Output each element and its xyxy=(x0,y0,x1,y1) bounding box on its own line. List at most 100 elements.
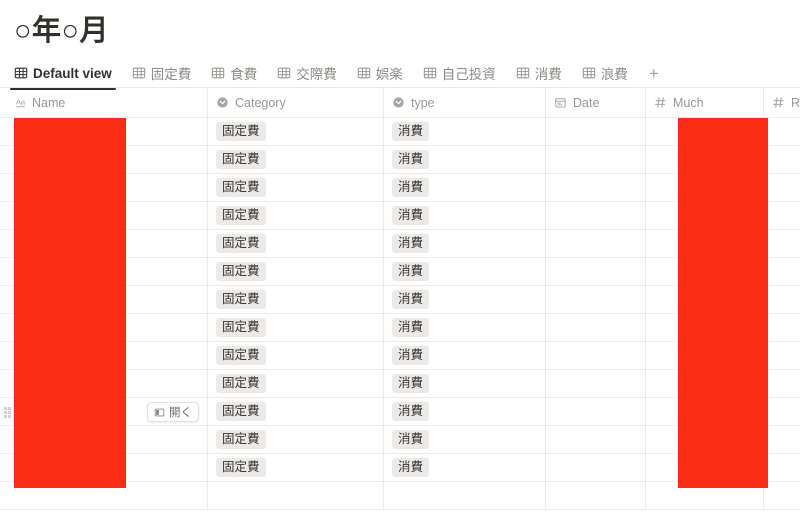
cell-type[interactable]: 消費 xyxy=(384,398,546,426)
cell-empty-date[interactable] xyxy=(546,482,646,510)
cell-date[interactable] xyxy=(546,118,646,146)
column-header-label: Category xyxy=(235,95,286,110)
column-header-name[interactable]: Aa Name xyxy=(0,88,208,118)
tag-category: 固定費 xyxy=(216,318,266,337)
cell-re[interactable] xyxy=(764,174,800,202)
column-header-category[interactable]: Category xyxy=(208,88,384,118)
cell-category[interactable]: 固定費 xyxy=(208,230,384,258)
tag-category: 固定費 xyxy=(216,374,266,393)
tag-type: 消費 xyxy=(392,318,430,337)
cell-category[interactable]: 固定費 xyxy=(208,370,384,398)
view-tab-2[interactable]: 食費 xyxy=(211,59,265,87)
number-hash-icon xyxy=(655,97,666,108)
cell-re[interactable] xyxy=(764,258,800,286)
cell-date[interactable] xyxy=(546,174,646,202)
cell-date[interactable] xyxy=(546,342,646,370)
cell-re[interactable] xyxy=(764,202,800,230)
tag-type: 消費 xyxy=(392,290,430,309)
notion-database-page: ○年○月 Default view 固定費 食費 交際費 娯楽 自己投資 消費 … xyxy=(0,0,800,515)
tag-type: 消費 xyxy=(392,122,430,141)
cell-category[interactable]: 固定費 xyxy=(208,454,384,482)
cell-date[interactable] xyxy=(546,286,646,314)
cell-date[interactable] xyxy=(546,398,646,426)
cell-category[interactable]: 固定費 xyxy=(208,174,384,202)
cell-date[interactable] xyxy=(546,314,646,342)
cell-type[interactable]: 消費 xyxy=(384,202,546,230)
name-column-redaction xyxy=(14,118,126,488)
table-grid-icon xyxy=(516,67,529,79)
view-tab-label: 食費 xyxy=(230,67,258,82)
cell-date[interactable] xyxy=(546,230,646,258)
drag-dots-icon[interactable] xyxy=(3,398,12,425)
cell-type[interactable]: 消費 xyxy=(384,258,546,286)
cell-re[interactable] xyxy=(764,118,800,146)
cell-date[interactable] xyxy=(546,426,646,454)
tag-category: 固定費 xyxy=(216,150,266,169)
view-tab-3[interactable]: 交際費 xyxy=(277,59,345,87)
cell-re[interactable] xyxy=(764,426,800,454)
cell-category[interactable]: 固定費 xyxy=(208,258,384,286)
view-tab-default-view[interactable]: Default view xyxy=(10,59,120,90)
cell-type[interactable]: 消費 xyxy=(384,174,546,202)
view-tab-5[interactable]: 自己投資 xyxy=(423,59,504,87)
cell-date[interactable] xyxy=(546,146,646,174)
cell-type[interactable]: 消費 xyxy=(384,314,546,342)
cell-category[interactable]: 固定費 xyxy=(208,146,384,174)
table-grid-icon xyxy=(212,67,225,79)
tag-type: 消費 xyxy=(392,234,430,253)
cell-category[interactable]: 固定費 xyxy=(208,202,384,230)
select-icon xyxy=(393,97,404,108)
view-tab-6[interactable]: 消費 xyxy=(516,59,570,87)
cell-empty-type[interactable] xyxy=(384,482,546,510)
cell-type[interactable]: 消費 xyxy=(384,426,546,454)
cell-re[interactable] xyxy=(764,230,800,258)
tag-category: 固定費 xyxy=(216,262,266,281)
cell-re[interactable] xyxy=(764,146,800,174)
cell-type[interactable]: 消費 xyxy=(384,230,546,258)
add-view-button[interactable]: + xyxy=(644,63,664,83)
cell-type[interactable]: 消費 xyxy=(384,454,546,482)
cell-category[interactable]: 固定費 xyxy=(208,118,384,146)
column-header-re[interactable]: Re xyxy=(764,88,800,118)
cell-type[interactable]: 消費 xyxy=(384,370,546,398)
column-header-label: Much xyxy=(673,95,704,110)
column-header-type[interactable]: type xyxy=(384,88,546,118)
cell-re[interactable] xyxy=(764,342,800,370)
table-grid-icon xyxy=(278,67,291,79)
open-row-button[interactable]: 開く xyxy=(147,402,199,422)
cell-date[interactable] xyxy=(546,258,646,286)
view-tab-4[interactable]: 娯楽 xyxy=(357,59,411,87)
tag-category: 固定費 xyxy=(216,234,266,253)
cell-date[interactable] xyxy=(546,454,646,482)
column-header-much[interactable]: Much xyxy=(646,88,764,118)
view-tab-label: 消費 xyxy=(534,67,562,82)
column-header-date[interactable]: Date xyxy=(546,88,646,118)
number-hash-icon xyxy=(773,97,784,108)
table-header-row: Aa Name Category type Date Much Re xyxy=(0,88,800,118)
cell-type[interactable]: 消費 xyxy=(384,118,546,146)
cell-date[interactable] xyxy=(546,202,646,230)
cell-empty-re[interactable] xyxy=(764,482,800,510)
cell-category[interactable]: 固定費 xyxy=(208,342,384,370)
table-grid-icon xyxy=(357,67,370,79)
cell-re[interactable] xyxy=(764,398,800,426)
cell-category[interactable]: 固定費 xyxy=(208,314,384,342)
cell-type[interactable]: 消費 xyxy=(384,342,546,370)
tag-type: 消費 xyxy=(392,178,430,197)
cell-re[interactable] xyxy=(764,370,800,398)
cell-date[interactable] xyxy=(546,370,646,398)
cell-re[interactable] xyxy=(764,314,800,342)
view-tab-1[interactable]: 固定費 xyxy=(132,59,200,87)
cell-category[interactable]: 固定費 xyxy=(208,286,384,314)
cell-empty-category[interactable] xyxy=(208,482,384,510)
cell-category[interactable]: 固定費 xyxy=(208,398,384,426)
cell-type[interactable]: 消費 xyxy=(384,286,546,314)
cell-re[interactable] xyxy=(764,454,800,482)
cell-type[interactable]: 消費 xyxy=(384,146,546,174)
tag-category: 固定費 xyxy=(216,346,266,365)
table-grid-icon xyxy=(132,67,145,79)
cell-re[interactable] xyxy=(764,286,800,314)
cell-category[interactable]: 固定費 xyxy=(208,426,384,454)
view-tab-7[interactable]: 浪費 xyxy=(582,59,636,87)
tag-type: 消費 xyxy=(392,346,430,365)
